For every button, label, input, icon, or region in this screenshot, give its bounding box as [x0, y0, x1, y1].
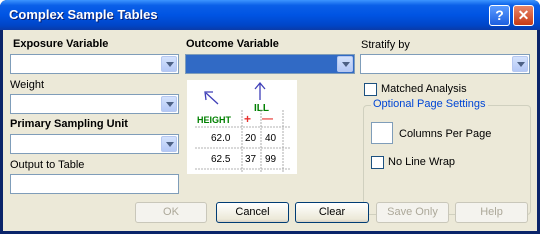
psu-label: Primary Sampling Unit [10, 118, 128, 130]
cancel-button[interactable]: Cancel [216, 202, 289, 223]
columns-per-page-input[interactable] [371, 122, 393, 144]
output-table-input[interactable] [10, 174, 179, 194]
table-illustration: ILL HEIGHT + — 62.0 20 40 62.5 37 99 [187, 80, 297, 174]
exposure-variable-select[interactable] [10, 54, 179, 74]
arrow-up-icon [254, 81, 266, 100]
plus-header: + [244, 112, 251, 126]
chevron-down-icon[interactable] [161, 136, 177, 152]
cell-value: 37 [245, 154, 257, 165]
cell-value: 99 [265, 154, 277, 165]
matched-analysis-checkbox[interactable] [364, 83, 377, 96]
no-line-wrap-label: No Line Wrap [388, 156, 456, 168]
help-button[interactable]: Help [455, 202, 528, 223]
arrow-up-left-icon [204, 91, 219, 105]
dialog-body: Exposure Variable Weight Primary Samplin… [3, 30, 537, 231]
outcome-variable-select[interactable] [185, 54, 355, 74]
weight-select[interactable] [10, 94, 179, 114]
title-bar[interactable]: Complex Sample Tables ? ✕ [0, 0, 540, 30]
psu-select[interactable] [10, 134, 179, 154]
save-only-button[interactable]: Save Only [376, 202, 449, 223]
ok-button[interactable]: OK [135, 202, 207, 223]
cell-value: 20 [245, 133, 257, 144]
stratify-by-label: Stratify by [361, 39, 410, 51]
exposure-variable-label: Exposure Variable [13, 38, 109, 50]
optional-page-settings-group: Optional Page Settings Columns Per Page … [363, 98, 531, 215]
minus-header: — [262, 113, 273, 125]
chevron-down-icon[interactable] [161, 96, 177, 112]
chevron-down-icon[interactable] [161, 56, 177, 72]
cell-value: 40 [265, 133, 277, 144]
output-table-label: Output to Table [10, 159, 85, 171]
stratify-by-select[interactable] [360, 54, 530, 74]
table-illustration-graphic: ILL HEIGHT + — 62.0 20 40 62.5 37 99 [195, 81, 291, 172]
no-line-wrap-checkbox[interactable] [371, 156, 384, 169]
height-header: HEIGHT [197, 115, 232, 125]
row-label: 62.5 [211, 154, 231, 165]
chevron-down-icon[interactable] [512, 56, 528, 72]
weight-label: Weight [10, 79, 45, 91]
clear-button[interactable]: Clear [295, 202, 369, 223]
columns-per-page-label: Columns Per Page [399, 128, 492, 140]
window-title: Complex Sample Tables [9, 7, 158, 22]
close-button[interactable]: ✕ [513, 5, 534, 26]
matched-analysis-label: Matched Analysis [381, 83, 467, 95]
row-label: 62.0 [211, 133, 231, 144]
help-title-button[interactable]: ? [489, 5, 510, 26]
optional-page-settings-title: Optional Page Settings [371, 98, 488, 110]
dialog-window: Complex Sample Tables ? ✕ Exposure Varia… [0, 0, 540, 234]
outcome-variable-label: Outcome Variable [186, 38, 279, 50]
chevron-down-icon[interactable] [337, 56, 353, 72]
